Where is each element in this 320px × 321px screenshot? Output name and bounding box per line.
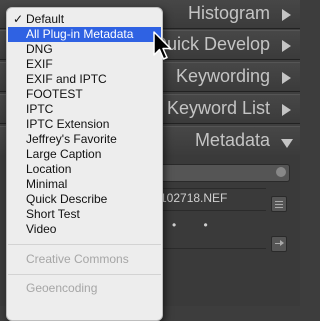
disclosure-down-icon[interactable]	[281, 139, 293, 148]
menu-item-quick-describe[interactable]: Quick Describe	[8, 192, 161, 207]
menu-item-exif-and-iptc[interactable]: EXIF and IPTC	[8, 72, 161, 87]
menu-item-label: FOOTEST	[26, 87, 83, 101]
menu-item-label: Video	[26, 222, 57, 236]
menu-item-exif[interactable]: EXIF	[8, 57, 161, 72]
menu-separator	[8, 244, 161, 245]
panel-title: Histogram	[187, 3, 270, 23]
menu-item-jeffreys-favorite[interactable]: Jeffrey's Favorite	[8, 132, 161, 147]
panel-title: Metadata	[194, 130, 270, 150]
disclosure-right-icon[interactable]	[282, 104, 291, 116]
menu-separator	[8, 274, 161, 275]
menu-item-creative-commons: Creative Commons	[8, 252, 161, 267]
metadata-preset-menu: ✓ Default All Plug-in Metadata DNG EXIF …	[6, 7, 163, 321]
menu-item-label: EXIF and IPTC	[26, 72, 107, 86]
menu-item-label: EXIF	[26, 57, 53, 71]
list-icon[interactable]	[271, 196, 287, 212]
menu-item-label: Jeffrey's Favorite	[26, 132, 117, 146]
metadata-preset-select[interactable]	[160, 164, 290, 182]
menu-item-iptc[interactable]: IPTC	[8, 102, 161, 117]
divider	[160, 188, 266, 189]
menu-item-label: Geoencoding	[26, 281, 98, 295]
panel-title: Keyword List	[166, 98, 270, 118]
divider	[160, 210, 266, 211]
menu-item-label: DNG	[26, 42, 53, 56]
menu-item-label: Minimal	[26, 177, 68, 191]
menu-item-label: IPTC	[26, 102, 54, 116]
checkmark-icon: ✓	[13, 12, 24, 26]
mouse-pointer-icon	[153, 31, 172, 60]
go-arrow-icon[interactable]	[271, 236, 287, 252]
menu-item-location[interactable]: Location	[8, 162, 161, 177]
panel-title: Keywording	[175, 66, 270, 86]
menu-item-label: All Plug-in Metadata	[26, 27, 134, 41]
menu-item-iptc-extension[interactable]: IPTC Extension	[8, 117, 161, 132]
menu-item-label: Quick Describe	[26, 192, 108, 206]
menu-item-footest[interactable]: FOOTEST	[8, 87, 161, 102]
menu-item-dng[interactable]: DNG	[8, 42, 161, 57]
disclosure-right-icon[interactable]	[282, 40, 291, 52]
menu-item-short-test[interactable]: Short Test	[8, 207, 161, 222]
menu-item-label: Location	[26, 162, 72, 176]
rating-dots[interactable]: • •	[172, 218, 220, 232]
menu-item-label: IPTC Extension	[26, 117, 110, 131]
menu-item-large-caption[interactable]: Large Caption	[8, 147, 161, 162]
menu-item-minimal[interactable]: Minimal	[8, 177, 161, 192]
menu-item-default[interactable]: ✓ Default	[8, 12, 161, 27]
menu-item-label: Default	[26, 12, 65, 26]
menu-item-label: Short Test	[26, 207, 80, 221]
divider	[160, 248, 266, 249]
disclosure-right-icon[interactable]	[282, 9, 291, 21]
menu-item-label: Creative Commons	[26, 252, 129, 266]
menu-item-all-plug-in-metadata[interactable]: All Plug-in Metadata	[8, 27, 161, 42]
filename-field[interactable]: 102718.NEF	[160, 191, 227, 205]
disclosure-right-icon[interactable]	[282, 72, 291, 84]
menu-item-label: Large Caption	[26, 147, 102, 161]
menu-item-geoencoding: Geoencoding	[8, 281, 161, 296]
select-arrows-icon	[276, 167, 286, 177]
menu-item-video[interactable]: Video	[8, 222, 161, 237]
